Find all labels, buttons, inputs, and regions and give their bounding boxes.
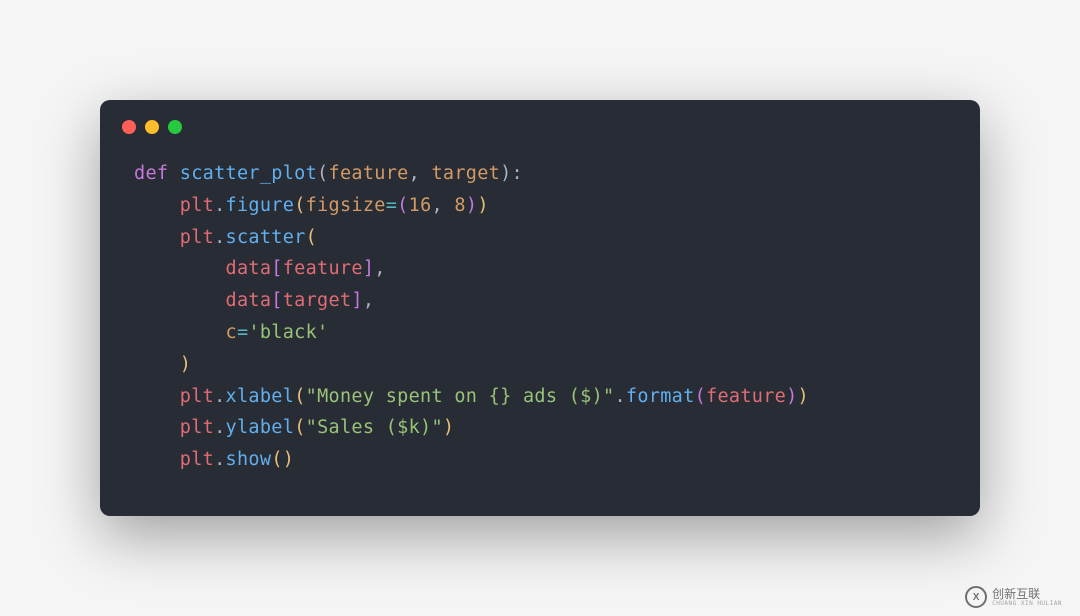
close-icon[interactable]: [122, 120, 136, 134]
str-xlabel: "Money spent on {} ads ($)": [306, 386, 615, 407]
param-feature: feature: [329, 163, 409, 184]
watermark-text: 创新互联: [992, 588, 1062, 600]
kwarg-c: c: [226, 322, 237, 343]
obj-plt: plt: [180, 386, 214, 407]
key-target: target: [283, 290, 352, 311]
maximize-icon[interactable]: [168, 120, 182, 134]
method-format: format: [626, 386, 695, 407]
str-ylabel: "Sales ($k)": [306, 417, 443, 438]
key-feature: feature: [283, 258, 363, 279]
obj-plt: plt: [180, 449, 214, 470]
watermark-subtext: CHUANG XIN HULIAN: [992, 600, 1062, 607]
obj-plt: plt: [180, 227, 214, 248]
method-ylabel: ylabel: [226, 417, 295, 438]
code-block: def scatter_plot(feature, target): plt.f…: [100, 144, 980, 476]
obj-plt: plt: [180, 417, 214, 438]
window-titlebar: [100, 100, 980, 144]
kwarg-figsize: figsize: [306, 195, 386, 216]
arg-feature: feature: [706, 386, 786, 407]
method-scatter: scatter: [226, 227, 306, 248]
code-editor-window: def scatter_plot(feature, target): plt.f…: [100, 100, 980, 516]
watermark-logo-icon: X: [965, 586, 987, 608]
obj-data: data: [226, 290, 272, 311]
func-name: scatter_plot: [180, 163, 317, 184]
obj-data: data: [226, 258, 272, 279]
method-xlabel: xlabel: [226, 386, 295, 407]
str-black: 'black': [248, 322, 328, 343]
obj-plt: plt: [180, 195, 214, 216]
num-8: 8: [454, 195, 465, 216]
num-16: 16: [409, 195, 432, 216]
method-show: show: [226, 449, 272, 470]
watermark: X 创新互联 CHUANG XIN HULIAN: [965, 586, 1062, 608]
keyword-def: def: [134, 163, 168, 184]
method-figure: figure: [226, 195, 295, 216]
minimize-icon[interactable]: [145, 120, 159, 134]
param-target: target: [431, 163, 500, 184]
